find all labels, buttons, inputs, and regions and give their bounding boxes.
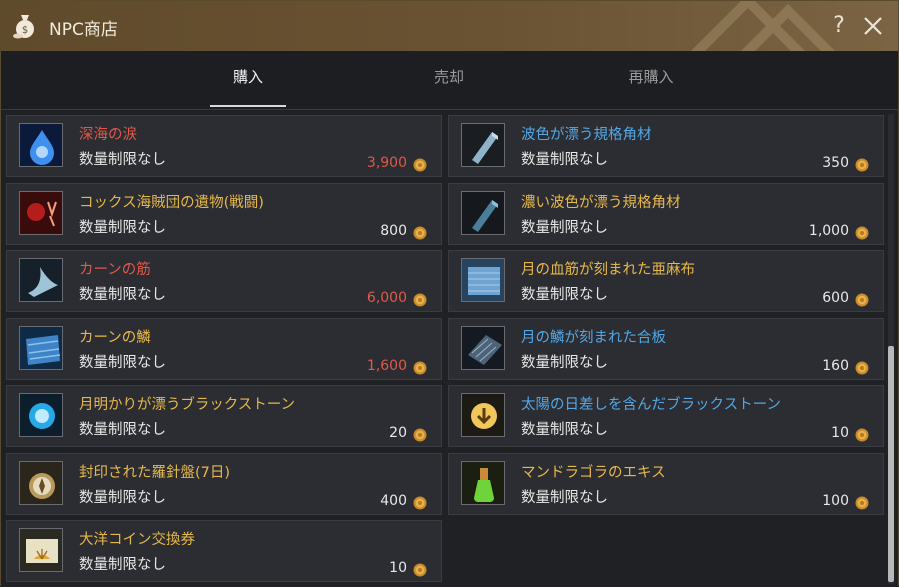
silver-coin-icon (855, 495, 869, 509)
shop-item[interactable]: 太陽の日差しを含んだブラックストーン 数量制限なし 10 (448, 385, 884, 447)
shop-item[interactable]: 月の血筋が刻まれた亜麻布 数量制限なし 600 (448, 250, 884, 312)
shop-item[interactable]: カーンの筋数量制限なし 6,000 (6, 250, 442, 312)
khan-tendon-icon (19, 258, 63, 302)
silver-coin-icon (413, 562, 427, 577)
item-price: 400 (380, 492, 407, 509)
deep-sea-tear-icon (19, 123, 63, 167)
shop-item[interactable]: 深海の涙数量制限なし 3,900 (6, 115, 442, 177)
item-name: 封印された羅針盤(7日) (79, 464, 231, 481)
item-price: 10 (389, 560, 407, 576)
item-name: 深海の涙 (79, 127, 137, 143)
item-quantity-limit: 数量制限なし (521, 152, 608, 168)
item-name: 太陽の日差しを含んだブラックストーン (521, 397, 781, 413)
item-quantity-limit: 数量制限なし (79, 354, 166, 371)
item-name: コックス海賊団の遺物(戦闘) (79, 194, 264, 211)
item-name: 月の血筋が刻まれた亜麻布 (521, 262, 695, 278)
item-quantity-limit: 数量制限なし (521, 354, 608, 371)
item-quantity-limit: 数量制限なし (79, 287, 166, 303)
item-quantity-limit: 数量制限なし (79, 557, 166, 573)
item-price: 20 (389, 425, 407, 441)
silver-coin-icon (855, 427, 869, 442)
item-quantity-limit: 数量制限なし (521, 489, 608, 506)
khan-scale-icon (19, 325, 63, 370)
item-quantity-limit: 数量制限なし (79, 489, 166, 506)
title-bar[interactable]: $ NPC商店 ? (1, 1, 898, 52)
svg-text:$: $ (22, 25, 28, 36)
shop-item[interactable]: 月の鱗が刻まれた合板 数量制限なし 160 (448, 317, 884, 380)
moon-linen-icon (461, 258, 505, 302)
silver-coin-icon (413, 157, 427, 172)
shop-item[interactable]: カーンの鱗数量制限なし 1,600 (6, 317, 442, 380)
item-quantity-limit: 数量制限なし (521, 219, 608, 236)
silver-coin-icon (413, 360, 427, 374)
item-price: 6,000 (366, 290, 407, 306)
tab-sell[interactable]: 売却 (411, 51, 487, 108)
close-icon[interactable] (858, 11, 888, 41)
item-price: 1,000 (808, 222, 849, 239)
sunlight-blackstone-icon (461, 393, 505, 437)
silver-coin-icon (855, 360, 869, 374)
tab-rebuy[interactable]: 再購入 (609, 51, 693, 108)
item-name: 波色が漂う規格角材 (521, 127, 652, 143)
moonlight-blackstone-icon (19, 393, 63, 437)
item-name: カーンの鱗 (79, 329, 151, 346)
tab-buy[interactable]: 購入 (210, 51, 286, 108)
sealed-compass-icon (19, 460, 63, 505)
shop-item[interactable]: 大洋コイン交換券 数量制限なし 10 (6, 520, 442, 582)
item-price: 1,600 (366, 357, 407, 374)
item-price: 10 (831, 425, 849, 441)
item-price: 600 (822, 290, 849, 306)
silver-coin-icon (413, 292, 427, 307)
silver-coin-icon (413, 225, 427, 239)
item-name: 濃い波色が漂う規格角材 (521, 194, 681, 211)
item-name: 大洋コイン交換券 (79, 532, 195, 548)
cox-pirate-relic-icon (19, 190, 63, 235)
shop-item[interactable]: コックス海賊団の遺物(戦闘) 数量制限なし 800 (6, 182, 442, 245)
tab-bar: 購入 売却 再購入 (1, 51, 898, 110)
item-quantity-limit: 数量制限なし (521, 287, 608, 303)
ocean-coin-voucher-icon (19, 528, 63, 572)
scrollbar[interactable] (888, 114, 894, 584)
help-button[interactable]: ? (826, 11, 852, 41)
npc-shop-window: $ NPC商店 ? 購入 売却 再購入 深海の涙数量制限なし 3,900 波色が漂う… (0, 0, 899, 587)
silver-coin-icon (855, 157, 869, 172)
mandragora-essence-icon (461, 460, 505, 505)
item-price: 100 (822, 492, 849, 509)
moon-plywood-icon (461, 325, 505, 370)
shop-item[interactable]: マンドラゴラのエキス 数量制限なし 100 (448, 452, 884, 515)
shop-item[interactable]: 封印された羅針盤(7日) 数量制限なし 400 (6, 452, 442, 515)
wave-timber-icon (461, 123, 505, 167)
item-quantity-limit: 数量制限なし (521, 422, 608, 438)
item-name: 月の鱗が刻まれた合板 (521, 329, 666, 346)
item-name: マンドラゴラのエキス (521, 464, 666, 481)
scrollbar-thumb[interactable] (888, 346, 894, 582)
shop-item[interactable]: 月明かりが漂うブラックストーン 数量制限なし 20 (6, 385, 442, 447)
item-price: 350 (822, 155, 849, 171)
item-price: 3,900 (366, 155, 407, 171)
money-bag-icon: $ (13, 15, 34, 39)
item-list[interactable]: 深海の涙 数量制限なし 3,900 波色が漂う規格角材 数量制限なし 350 コックス海賊団… (1, 111, 898, 587)
item-price: 800 (380, 222, 407, 239)
window-title: NPC商店 (49, 20, 118, 40)
silver-coin-icon (855, 225, 869, 239)
item-price: 160 (822, 357, 849, 374)
shop-item[interactable]: 濃い波色が漂う規格角材 数量制限なし 1,000 (448, 182, 884, 245)
item-name: カーンの筋 (79, 262, 151, 278)
item-quantity-limit: 数量制限なし (79, 422, 166, 438)
item-quantity-limit: 数量制限なし (79, 152, 166, 168)
item-quantity-limit: 数量制限なし (79, 219, 166, 236)
item-name: 月明かりが漂うブラックストーン (79, 397, 296, 413)
silver-coin-icon (413, 495, 427, 509)
silver-coin-icon (855, 292, 869, 307)
silver-coin-icon (413, 427, 427, 442)
shop-item[interactable]: 波色が漂う規格角材 数量制限なし 350 (448, 115, 884, 177)
deep-wave-timber-icon (461, 190, 505, 235)
